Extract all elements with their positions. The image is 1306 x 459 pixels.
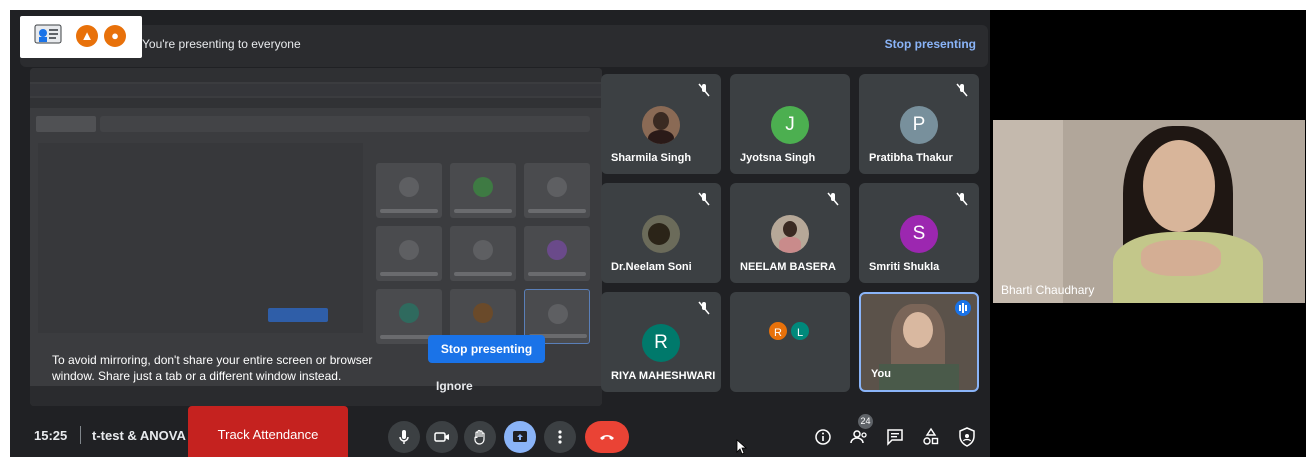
mouse-cursor-icon [736, 439, 748, 455]
warning-logo-icon: ▲ [76, 25, 98, 47]
meeting-clock: 15:25 [34, 428, 68, 443]
participant-name: Sharmila Singh [611, 152, 692, 164]
mirroring-warning: To avoid mirroring, don't share your ent… [52, 353, 373, 383]
ignore-button[interactable]: Ignore [436, 379, 473, 393]
presenting-banner-text: You're presenting to everyone [142, 37, 301, 51]
mirror-tab-bar [30, 68, 602, 82]
host-controls-icon[interactable] [954, 424, 980, 450]
self-name: You [871, 368, 891, 380]
participant-tile[interactable]: S Smriti Shukla [859, 183, 979, 283]
more-vert-icon [558, 430, 562, 444]
mirror-logo [36, 116, 96, 132]
end-call-button[interactable] [585, 421, 629, 453]
mic-icon [399, 430, 409, 444]
stop-presenting-link[interactable]: Stop presenting [885, 37, 976, 51]
mic-off-icon [956, 83, 968, 97]
participant-avatar: R [642, 324, 680, 362]
mic-off-icon [956, 192, 968, 206]
others-avatar: R [767, 320, 789, 342]
participant-tile[interactable]: J Jyotsna Singh [730, 74, 850, 174]
self-tile[interactable]: You [859, 292, 979, 392]
divider [80, 426, 81, 444]
participant-avatar: P [900, 106, 938, 144]
info-icon[interactable] [810, 424, 836, 450]
mic-off-icon [698, 192, 710, 206]
mirror-shared-area [38, 143, 363, 333]
present-icon [513, 431, 527, 442]
participant-avatar: S [900, 215, 938, 253]
featured-face [1143, 140, 1215, 232]
featured-participant-name: Bharti Chaudhary [1001, 283, 1095, 297]
hand-icon [474, 429, 485, 445]
featured-hands [1141, 240, 1221, 276]
mirror-tile [450, 226, 516, 281]
mic-off-icon [827, 192, 839, 206]
presenting-banner: You're presenting to everyone Stop prese… [20, 25, 988, 67]
stop-presenting-button[interactable]: Stop presenting [428, 335, 545, 363]
participant-photo [642, 106, 680, 144]
participant-name: RIYA MAHESHWARI [611, 370, 716, 382]
hang-up-icon [600, 435, 614, 440]
classroom-icon [34, 24, 62, 44]
others-avatar: L [789, 320, 811, 342]
settings-logo-icon: ● [104, 25, 126, 47]
people-count-badge: 24 [858, 414, 873, 429]
speaking-indicator-icon [955, 300, 971, 316]
bottom-control-bar: 15:25 t-test & ANOVA ... Track Attendanc… [20, 406, 990, 457]
mirror-taskbar [30, 386, 602, 406]
meeting-title: t-test & ANOVA ... [92, 428, 200, 443]
participant-avatar: J [771, 106, 809, 144]
activities-icon[interactable] [918, 424, 944, 450]
mirror-tile [450, 163, 516, 218]
participant-tile[interactable]: NEELAM BASERA [730, 183, 850, 283]
mirror-tile [524, 226, 590, 281]
participant-tile[interactable]: Sharmila Singh [601, 74, 721, 174]
participant-name: NEELAM BASERA [740, 261, 836, 273]
mirror-address-bar [30, 84, 602, 96]
participant-photo [771, 215, 809, 253]
participant-tile[interactable]: R RIYA MAHESHWARI [601, 292, 721, 392]
participant-tile[interactable]: P Pratibha Thakur [859, 74, 979, 174]
meet-window: You're presenting to everyone Stop prese… [10, 10, 990, 457]
chat-icon[interactable] [882, 424, 908, 450]
camera-button[interactable] [426, 421, 458, 453]
mirror-tile [376, 163, 442, 218]
mirror-tile [524, 163, 590, 218]
app-logo: ▲ ● [20, 16, 142, 58]
camera-icon [434, 432, 449, 442]
mirror-banner [100, 116, 590, 132]
participant-photo [642, 215, 680, 253]
mic-off-icon [698, 83, 710, 97]
participant-name: Smriti Shukla [869, 261, 940, 273]
self-clothes [879, 364, 959, 390]
featured-camera-view: Bharti Chaudhary [993, 120, 1305, 303]
participant-tile[interactable]: Dr.Neelam Soni [601, 183, 721, 283]
participant-name: Dr.Neelam Soni [611, 261, 692, 273]
others-tile[interactable]: R L [730, 292, 850, 392]
more-options-button[interactable] [544, 421, 576, 453]
track-attendance-button[interactable]: Track Attendance [188, 406, 348, 457]
mic-button[interactable] [388, 421, 420, 453]
mic-off-icon [698, 301, 710, 315]
raise-hand-button[interactable] [464, 421, 496, 453]
featured-door [993, 120, 1063, 303]
self-face [903, 312, 933, 348]
mirror-stop-button [268, 308, 328, 322]
participant-name: Jyotsna Singh [740, 152, 816, 164]
mirror-bookmarks-bar [30, 98, 602, 108]
participant-name: Pratibha Thakur [869, 152, 953, 164]
mirror-tile [376, 226, 442, 281]
present-screen-button[interactable] [504, 421, 536, 453]
